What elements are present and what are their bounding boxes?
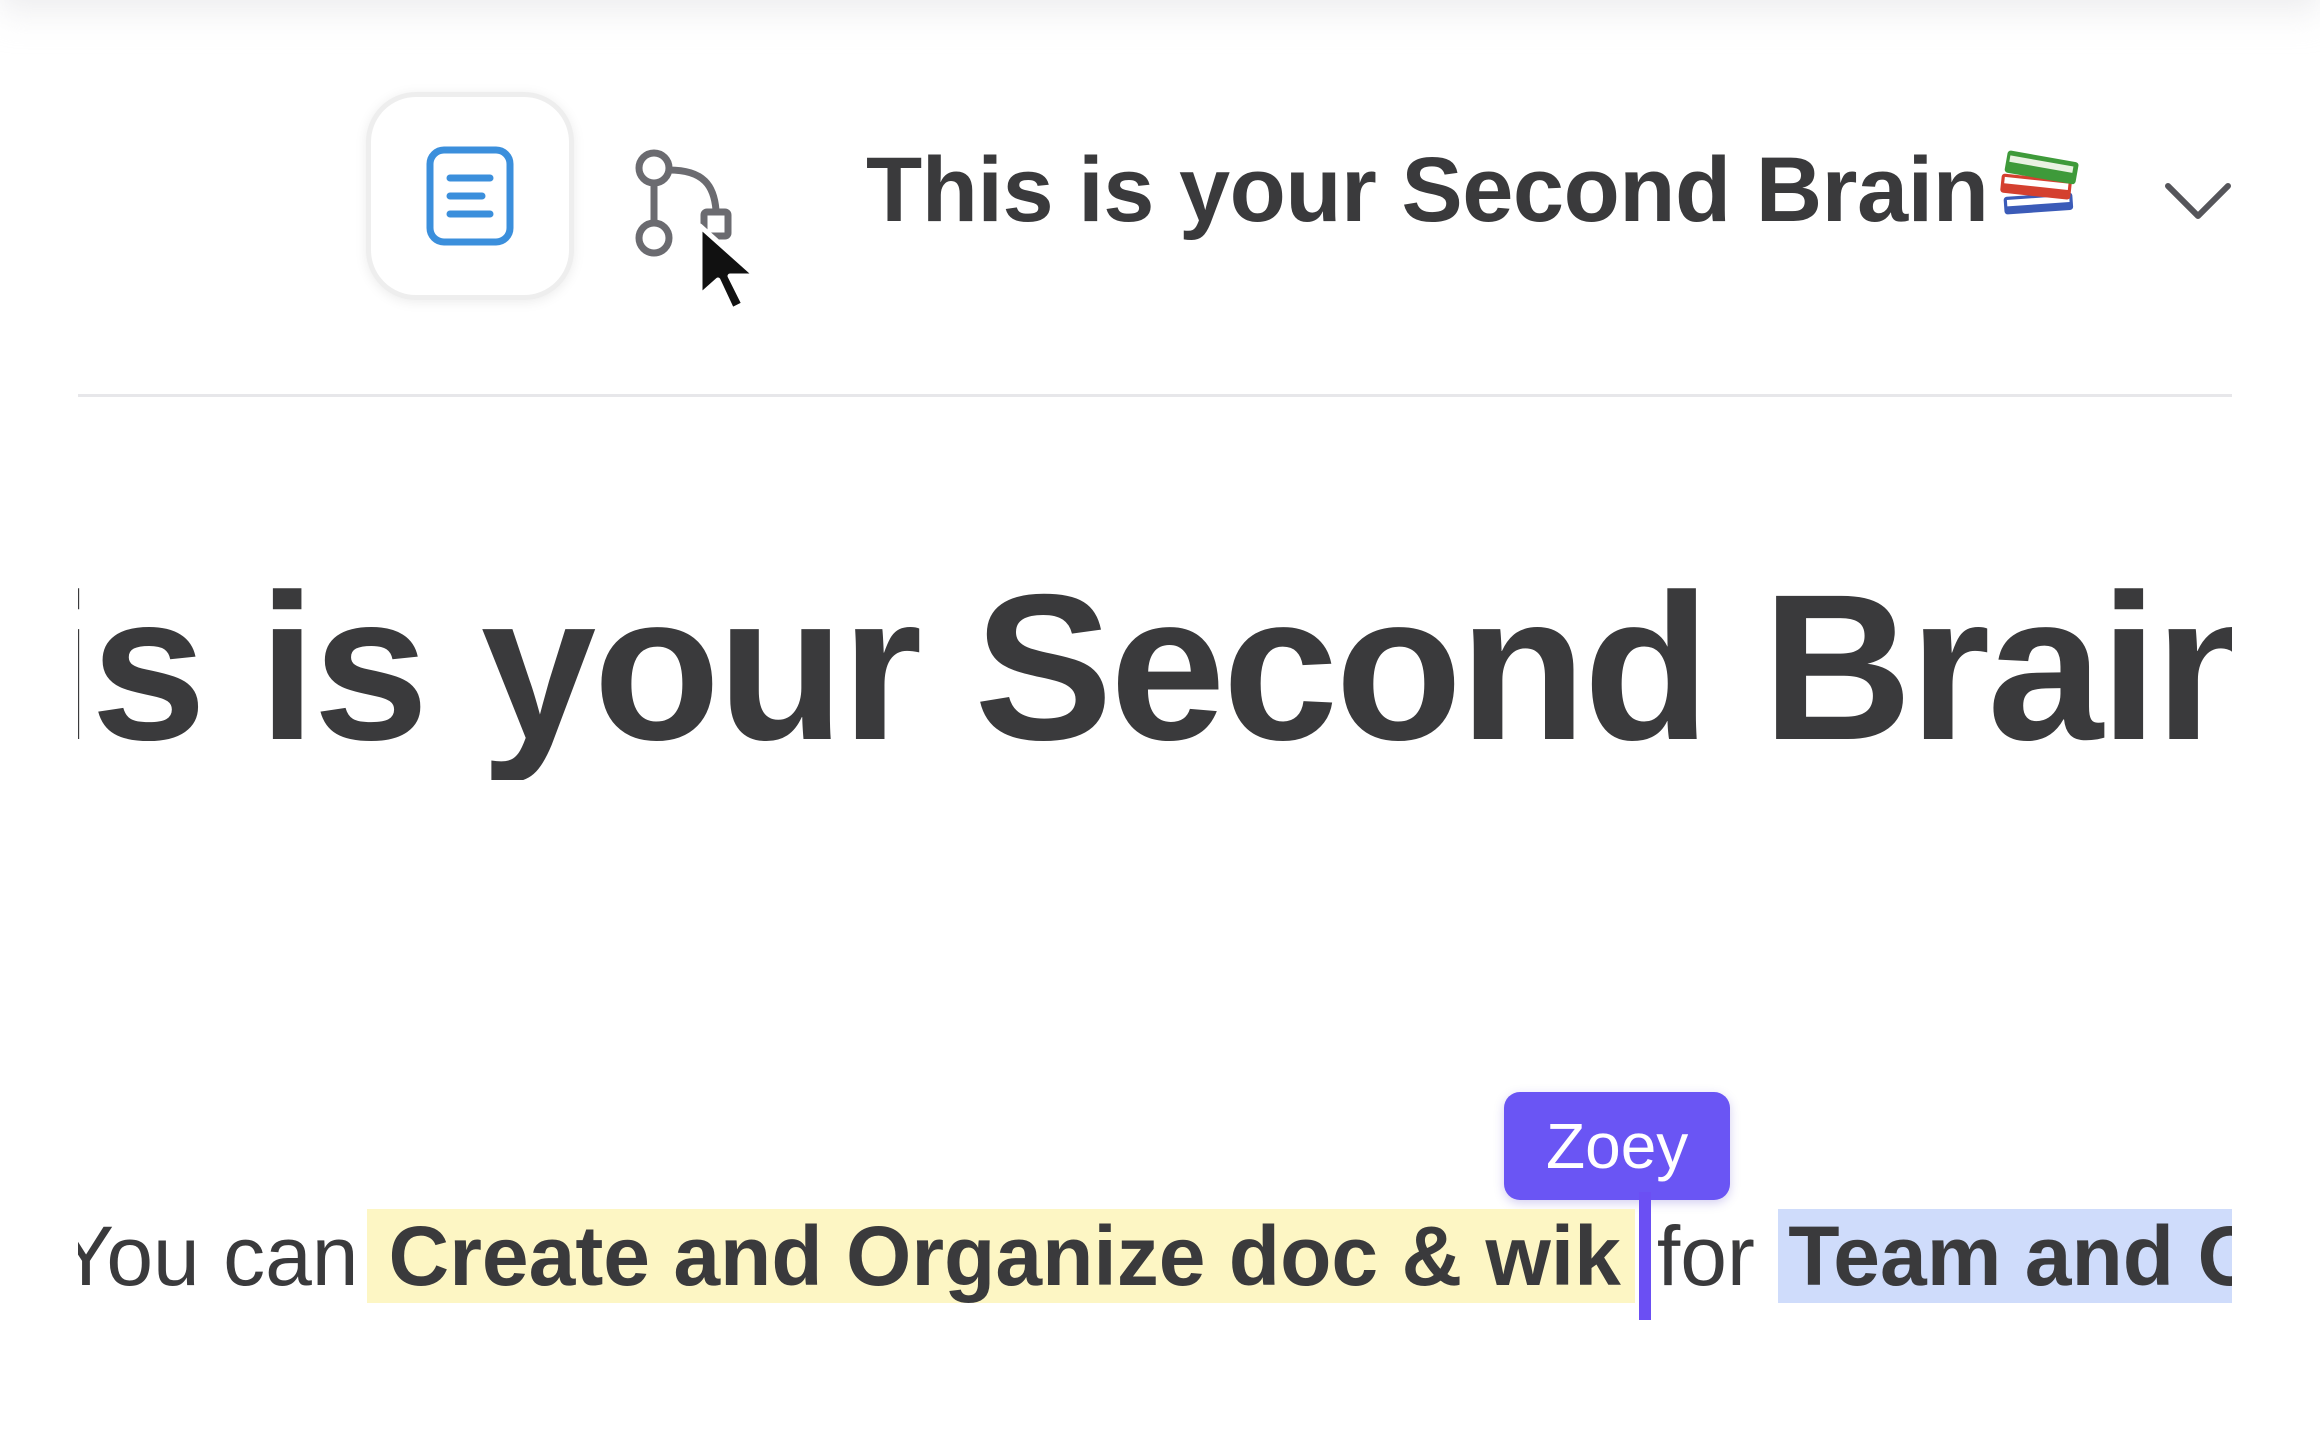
mouse-pointer-icon bbox=[697, 223, 759, 312]
document-view-button[interactable] bbox=[366, 92, 574, 300]
page-heading-text: This is your Second Brain bbox=[78, 552, 2232, 780]
paragraph-text-middle: for bbox=[1656, 1209, 1755, 1303]
paragraph-viewport: You can Create and Organize doc & wik for … bbox=[78, 1180, 2232, 1330]
document-toolbar: This is your Second Brain bbox=[0, 0, 2320, 396]
document-title-text: This is your Second Brain bbox=[866, 139, 1989, 241]
app-window: This is your Second Brain This is your S… bbox=[0, 0, 2320, 1456]
paragraph-text-before: You can bbox=[78, 1209, 359, 1303]
collaborator-caret bbox=[1638, 1192, 1651, 1320]
document-icon bbox=[426, 146, 514, 246]
document-title[interactable]: This is your Second Brain bbox=[866, 139, 2084, 245]
heading-viewport: This is your Second Brain bbox=[78, 520, 2232, 780]
highlight-blue-text: Team and Org bbox=[1778, 1209, 2232, 1303]
chevron-down-icon[interactable] bbox=[2158, 160, 2238, 240]
page-heading[interactable]: This is your Second Brain bbox=[78, 564, 2232, 772]
header-divider bbox=[78, 394, 2232, 397]
paragraph[interactable]: You can Create and Organize doc & wik for … bbox=[78, 1192, 2232, 1320]
highlight-yellow-text: Create and Organize doc & wik bbox=[366, 1209, 1635, 1303]
books-emoji-icon bbox=[1996, 144, 2084, 245]
